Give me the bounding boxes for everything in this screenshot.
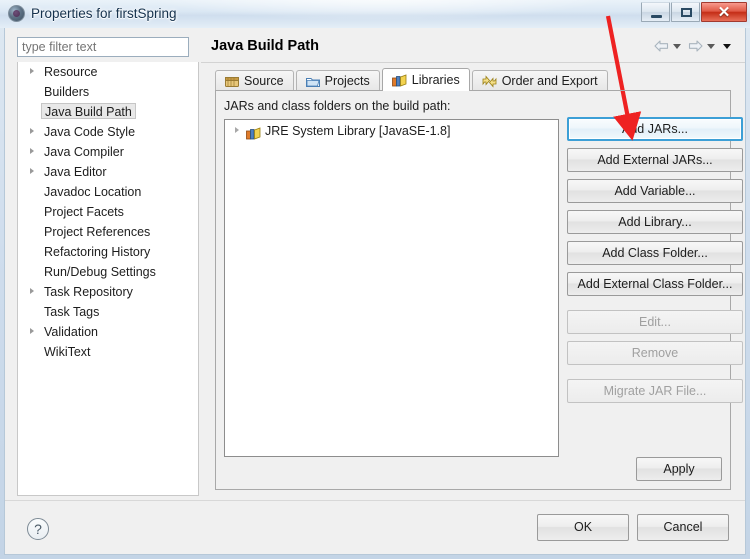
sidebar-item-java-code-style[interactable]: Java Code Style xyxy=(18,122,198,142)
eclipse-icon xyxy=(8,5,25,22)
expand-arrow-icon[interactable] xyxy=(30,168,34,174)
remove-button: Remove xyxy=(567,341,743,365)
projects-folder-icon xyxy=(305,75,320,88)
apply-button[interactable]: Apply xyxy=(636,457,722,481)
add-external-jars-button[interactable]: Add External JARs... xyxy=(567,148,743,172)
help-icon[interactable]: ? xyxy=(27,518,49,540)
sidebar-item-label: Project Facets xyxy=(44,205,124,219)
tab-libraries[interactable]: Libraries xyxy=(381,68,470,91)
sidebar-item-resource[interactable]: Resource xyxy=(18,62,198,82)
sidebar-item-java-build-path[interactable]: Java Build Path xyxy=(18,102,198,122)
sidebar-item-javadoc-location[interactable]: Javadoc Location xyxy=(18,182,198,202)
migrate-jar-file-button: Migrate JAR File... xyxy=(567,379,743,403)
filter-input[interactable] xyxy=(17,37,189,57)
build-path-entry-label: JRE System Library [JavaSE-1.8] xyxy=(265,124,451,138)
expand-arrow-icon[interactable] xyxy=(30,288,34,294)
page-title: Java Build Path xyxy=(211,38,319,54)
close-button[interactable]: ✕ xyxy=(701,2,747,22)
ok-button[interactable]: OK xyxy=(537,514,629,541)
sidebar-item-builders[interactable]: Builders xyxy=(18,82,198,102)
settings-tree[interactable]: Resource Builders Java Build Path Java Code… xyxy=(17,62,199,496)
sidebar-item-refactoring-history[interactable]: Refactoring History xyxy=(18,242,198,262)
list-label: JARs and class folders on the build path… xyxy=(224,99,451,113)
sidebar-item-label: Java Build Path xyxy=(41,103,136,119)
maximize-button[interactable] xyxy=(671,2,700,22)
sidebar-item-label: Java Compiler xyxy=(44,145,124,159)
sidebar-item-label: Builders xyxy=(44,85,90,99)
dialog-content: Resource Builders Java Build Path Java Code… xyxy=(5,28,745,500)
libraries-books-icon xyxy=(391,73,407,87)
close-icon: ✕ xyxy=(717,4,731,21)
edit-button: Edit... xyxy=(567,310,743,334)
libraries-tab-panel: JARs and class folders on the build path… xyxy=(215,90,743,490)
sidebar-item-label: Task Repository xyxy=(44,285,133,299)
header-divider xyxy=(201,62,745,63)
sidebar-item-task-repository[interactable]: Task Repository xyxy=(18,282,198,302)
view-menu-icon[interactable] xyxy=(723,43,731,49)
title-bar: Properties for firstSpring ✕ xyxy=(0,0,750,28)
add-class-folder-button[interactable]: Add Class Folder... xyxy=(567,241,743,265)
forward-arrow-icon[interactable] xyxy=(688,40,703,52)
expand-arrow-icon[interactable] xyxy=(30,128,34,134)
window-controls: ✕ xyxy=(640,2,747,23)
jre-library-icon xyxy=(246,125,261,140)
add-external-class-folder-button[interactable]: Add External Class Folder... xyxy=(567,272,743,296)
expand-arrow-icon[interactable] xyxy=(235,127,239,133)
build-path-entry[interactable]: JRE System Library [JavaSE-1.8] xyxy=(225,120,558,142)
source-folder-icon xyxy=(225,75,239,88)
sidebar-item-java-editor[interactable]: Java Editor xyxy=(18,162,198,182)
library-action-buttons: Add JARs... Add External JARs... Add Varia… xyxy=(567,117,745,410)
expand-arrow-icon[interactable] xyxy=(30,148,34,154)
footer-buttons: OK Cancel xyxy=(537,514,729,541)
tab-source[interactable]: Source xyxy=(215,70,294,91)
forward-dropdown-icon[interactable] xyxy=(707,43,715,49)
sidebar-item-label: Task Tags xyxy=(44,305,100,319)
properties-dialog-window: Properties for firstSpring ✕ Resource Bui… xyxy=(0,0,750,559)
sidebar-item-task-tags[interactable]: Task Tags xyxy=(18,302,198,322)
minimize-button[interactable] xyxy=(641,2,670,22)
sidebar-item-label: Run/Debug Settings xyxy=(44,265,156,279)
dialog-footer: ? OK Cancel xyxy=(5,500,745,554)
tab-strip[interactable]: Source Projects Libraries Order and Export xyxy=(215,68,610,91)
sidebar-item-wikitext[interactable]: WikiText xyxy=(18,342,198,362)
properties-pane: Java Build Path Source Projects Librarie… xyxy=(201,28,745,500)
tab-label: Order and Export xyxy=(501,74,598,88)
back-arrow-icon[interactable] xyxy=(654,40,669,52)
order-export-icon xyxy=(482,74,497,88)
add-jars-button[interactable]: Add JARs... xyxy=(567,117,743,141)
add-variable-button[interactable]: Add Variable... xyxy=(567,179,743,203)
cancel-button[interactable]: Cancel xyxy=(637,514,729,541)
sidebar-item-project-facets[interactable]: Project Facets xyxy=(18,202,198,222)
tab-order-and-export[interactable]: Order and Export xyxy=(471,70,608,91)
tab-projects[interactable]: Projects xyxy=(295,70,380,91)
tab-label: Projects xyxy=(324,74,370,88)
sidebar-item-validation[interactable]: Validation xyxy=(18,322,198,342)
tab-strip-underline xyxy=(215,90,731,91)
sidebar-item-project-references[interactable]: Project References xyxy=(18,222,198,242)
sidebar-item-label: Resource xyxy=(44,65,98,79)
navigation-buttons xyxy=(654,40,735,52)
sidebar-item-label: Project References xyxy=(44,225,151,239)
sidebar-item-label: WikiText xyxy=(44,345,91,359)
dialog-body: Resource Builders Java Build Path Java Code… xyxy=(4,28,746,555)
expand-arrow-icon[interactable] xyxy=(30,68,34,74)
sidebar-item-run-debug-settings[interactable]: Run/Debug Settings xyxy=(18,262,198,282)
apply-button-wrap: Apply xyxy=(636,457,722,481)
tab-label: Source xyxy=(244,74,284,88)
back-dropdown-icon[interactable] xyxy=(673,43,681,49)
expand-arrow-icon[interactable] xyxy=(30,328,34,334)
sidebar-item-java-compiler[interactable]: Java Compiler xyxy=(18,142,198,162)
tab-label: Libraries xyxy=(411,73,460,87)
add-library-button[interactable]: Add Library... xyxy=(567,210,743,234)
sidebar-item-label: Java Code Style xyxy=(44,125,136,139)
sidebar-item-label: Javadoc Location xyxy=(44,185,142,199)
window-title: Properties for firstSpring xyxy=(31,6,177,21)
sidebar-item-label: Refactoring History xyxy=(44,245,151,259)
sidebar-item-label: Validation xyxy=(44,325,98,339)
build-path-list[interactable]: JRE System Library [JavaSE-1.8] xyxy=(224,119,559,457)
sidebar-item-label: Java Editor xyxy=(44,165,107,179)
